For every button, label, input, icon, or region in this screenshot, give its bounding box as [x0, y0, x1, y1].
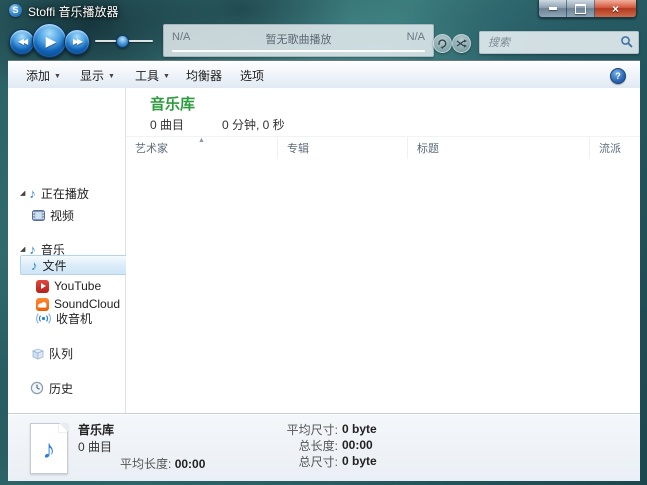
menu-options[interactable]: 选项: [240, 61, 264, 89]
maximize-button[interactable]: [567, 0, 595, 17]
column-label: 标题: [417, 140, 439, 156]
sidebar-item-label: 队列: [49, 345, 73, 362]
search-box: [479, 31, 639, 54]
menu-equalizer[interactable]: 均衡器: [186, 61, 222, 89]
status-stats-column: 平均尺寸: 0 byte 总长度: 00:00 总尺寸: 0 byte: [258, 421, 377, 469]
sidebar-item-files[interactable]: ♪ 文件: [20, 255, 133, 275]
maximize-icon: [575, 4, 586, 14]
column-label: 艺术家: [135, 140, 168, 156]
menu-tools[interactable]: 工具 ▼: [135, 61, 170, 89]
menu-bar: 添加 ▼ 显示 ▼ 工具 ▼ 均衡器 选项 ?: [8, 60, 640, 90]
avg-size-label: 平均尺寸:: [258, 421, 338, 438]
status-total-length: 总长度: 00:00: [258, 437, 377, 453]
menu-label: 显示: [80, 67, 104, 84]
chevron-down-icon: ▼: [108, 71, 115, 80]
app-window: S Stoffi 音乐播放器 × ◀◀ ▶ ▶▶ N/A 暂无歌曲播放 N/A: [0, 0, 647, 485]
minimize-button[interactable]: [539, 0, 567, 17]
menu-view[interactable]: 显示 ▼: [80, 61, 115, 89]
menu-label: 添加: [26, 67, 50, 84]
sidebar-item-label: 文件: [43, 257, 67, 274]
library-pane: 音乐库 0 曲目 0 分钟, 0 秒 艺术家 ▲ 专辑 标题 流派: [126, 88, 640, 413]
library-track-count: 0 曲目: [150, 116, 184, 133]
play-icon: ▶: [43, 34, 57, 48]
search-icon[interactable]: [620, 35, 634, 49]
repeat-icon: [437, 38, 448, 49]
menu-label: 工具: [135, 67, 159, 84]
music-note-icon: ♪: [43, 436, 56, 462]
total-length-label: 总长度:: [258, 437, 338, 454]
video-icon: [32, 209, 45, 222]
status-total-size: 总尺寸: 0 byte: [258, 453, 377, 469]
status-avg-length: 平均长度: 00:00: [120, 455, 205, 472]
close-icon: ×: [612, 3, 619, 15]
chevron-down-icon: ▼: [163, 71, 170, 80]
history-icon: [30, 381, 44, 395]
sidebar-item-now-playing[interactable]: ◢ ♪ 正在播放: [8, 184, 137, 202]
sidebar-item-label: 视频: [50, 207, 74, 224]
radio-icon: [36, 312, 51, 325]
status-avg-size: 平均尺寸: 0 byte: [258, 421, 377, 437]
total-size-value: 0 byte: [342, 454, 377, 468]
now-playing-panel: N/A 暂无歌曲播放 N/A: [163, 24, 434, 57]
sidebar-item-label: 正在播放: [41, 185, 89, 202]
library-title: 音乐库: [150, 93, 195, 114]
column-header-album[interactable]: 专辑: [278, 137, 408, 159]
music-note-icon: ♪: [31, 259, 38, 272]
column-header-genre[interactable]: 流派: [590, 137, 640, 159]
expander-icon[interactable]: ◢: [20, 190, 25, 197]
next-icon: ▶▶: [73, 38, 81, 46]
library-duration: 0 分钟, 0 秒: [222, 116, 285, 133]
menu-label: 均衡器: [186, 67, 222, 84]
column-header-artist[interactable]: 艺术家 ▲: [126, 137, 278, 159]
chevron-down-icon: ▼: [54, 71, 61, 80]
minimize-icon: [549, 7, 557, 10]
volume-slider-thumb[interactable]: [116, 35, 129, 48]
help-button[interactable]: ?: [610, 68, 626, 84]
column-header-title[interactable]: 标题: [408, 137, 590, 159]
library-file-icon: ♪: [30, 423, 68, 474]
avg-size-value: 0 byte: [342, 422, 377, 436]
menu-label: 选项: [240, 67, 264, 84]
status-library-title: 音乐库: [78, 421, 114, 438]
remaining-time: N/A: [407, 31, 425, 43]
sidebar-item-label: 历史: [49, 380, 73, 397]
sidebar-item-label: 收音机: [56, 310, 92, 327]
column-label: 流派: [599, 140, 621, 156]
sidebar: ◢ ♪ 正在播放 视频 ◢ ♪ 音乐 ♪ 文件: [8, 88, 126, 413]
shuffle-button[interactable]: [452, 34, 471, 53]
music-note-icon: ♪: [29, 243, 36, 256]
status-track-count: 0 曲目: [78, 438, 112, 455]
search-input[interactable]: [486, 34, 616, 52]
column-label: 专辑: [287, 140, 309, 156]
window-title: Stoffi 音乐播放器: [28, 3, 118, 20]
next-button[interactable]: ▶▶: [64, 29, 90, 55]
shuffle-icon: [456, 38, 467, 49]
avg-length-value: 00:00: [175, 457, 206, 471]
table-header: 艺术家 ▲ 专辑 标题 流派: [126, 136, 640, 160]
previous-icon: ◀◀: [18, 38, 26, 46]
queue-icon: [30, 346, 44, 360]
repeat-button[interactable]: [433, 34, 452, 53]
track-list-empty: [126, 159, 640, 413]
app-logo-icon: S: [9, 4, 22, 17]
expander-icon[interactable]: ◢: [20, 246, 25, 253]
music-note-icon: ♪: [29, 187, 36, 200]
sort-ascending-icon: ▲: [198, 137, 205, 144]
youtube-icon: [36, 280, 49, 293]
total-length-value: 00:00: [342, 438, 373, 452]
total-size-label: 总尺寸:: [258, 453, 338, 470]
avg-length-label: 平均长度:: [120, 457, 171, 471]
sidebar-item-label: YouTube: [54, 279, 101, 293]
menu-add[interactable]: 添加 ▼: [26, 61, 61, 89]
status-bar: ♪ 音乐库 0 曲目 平均长度: 00:00 平均尺寸: 0 byte 总长度:…: [8, 413, 640, 481]
help-icon: ?: [615, 71, 621, 81]
now-playing-title: 暂无歌曲播放: [164, 31, 433, 47]
seek-bar[interactable]: [172, 50, 425, 52]
content-area: ◢ ♪ 正在播放 视频 ◢ ♪ 音乐 ♪ 文件: [8, 88, 640, 413]
close-button[interactable]: ×: [595, 0, 636, 17]
window-controls: ×: [538, 0, 637, 18]
play-button[interactable]: ▶: [32, 23, 67, 58]
